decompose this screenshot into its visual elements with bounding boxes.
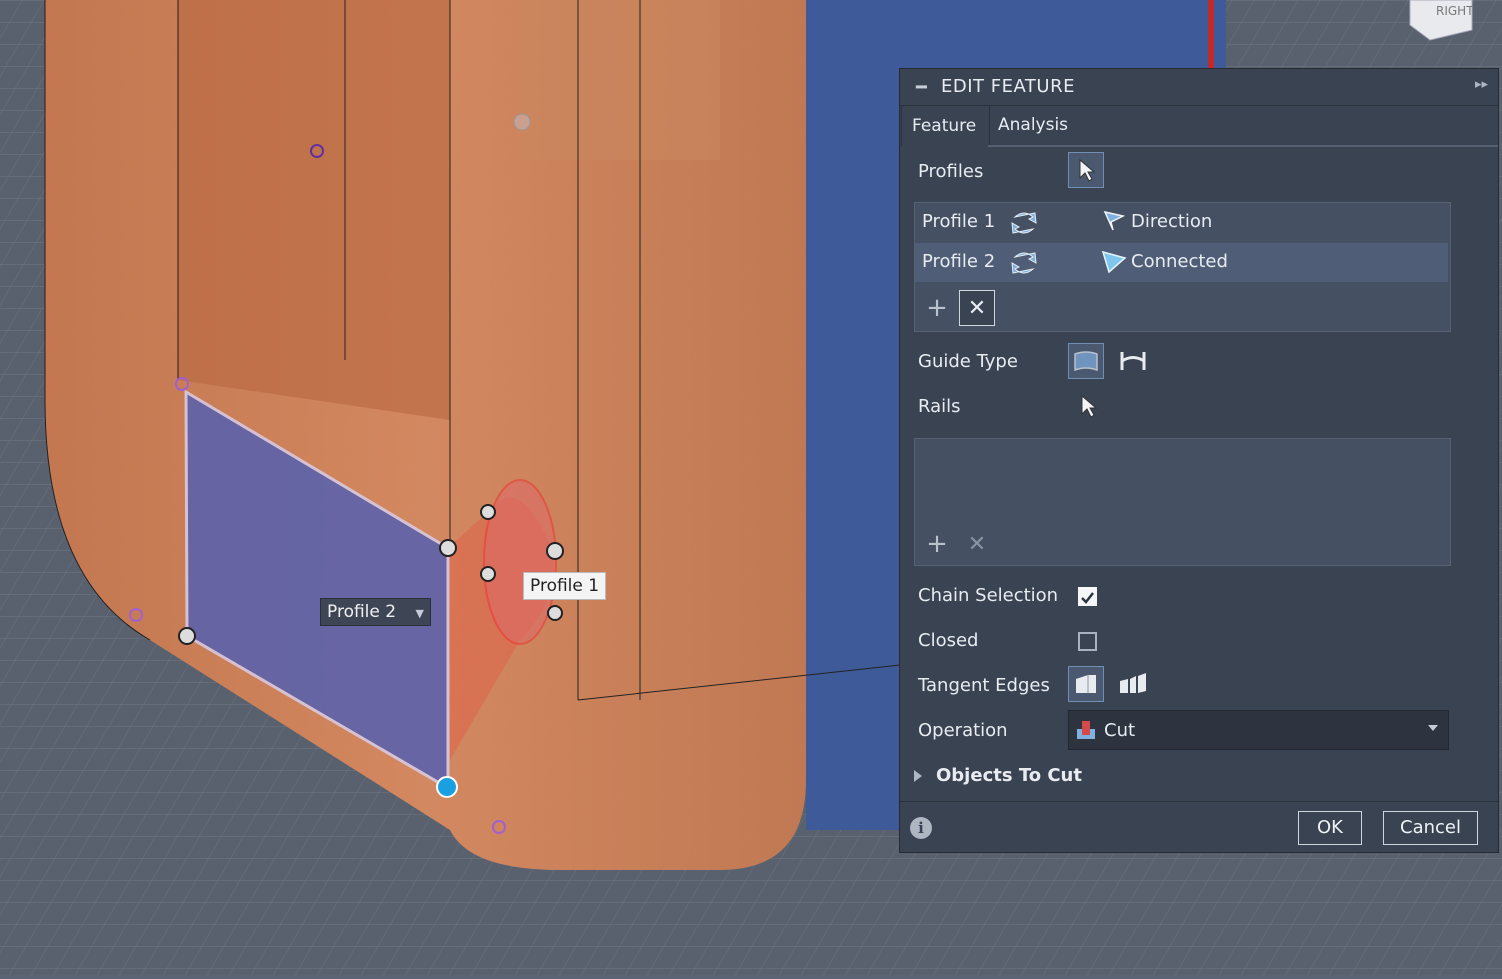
panel-header: ━ EDIT FEATURE ▸▸ xyxy=(900,69,1498,106)
viewcube-face-label: RIGHT xyxy=(1436,4,1474,18)
ok-button[interactable]: OK xyxy=(1298,811,1362,845)
remove-rail-button[interactable]: ✕ xyxy=(959,526,995,562)
profiles-label: Profiles xyxy=(918,161,984,182)
profile-1-face[interactable] xyxy=(483,479,557,645)
list-item-profile-1[interactable]: Profile 1 Direction xyxy=(915,203,1448,242)
tab-feature-label: Feature xyxy=(912,116,977,136)
cut-icon xyxy=(1075,719,1097,746)
handle[interactable] xyxy=(178,627,196,645)
rails-guide-icon xyxy=(1074,351,1098,372)
rails-label: Rails xyxy=(918,396,961,417)
chain-selection-checkbox[interactable] xyxy=(1078,587,1097,606)
profile-2-name: Profile 2 xyxy=(922,251,996,272)
connected-icon[interactable] xyxy=(1101,248,1129,281)
objects-to-cut-header[interactable]: Objects To Cut xyxy=(936,765,1082,786)
tab-feature[interactable]: Feature xyxy=(901,105,990,146)
rails-list: + ✕ xyxy=(914,438,1451,566)
profile-1-condition: Direction xyxy=(1131,211,1213,232)
tangent-edges-label: Tangent Edges xyxy=(918,675,1050,696)
add-rail-button[interactable]: + xyxy=(919,526,955,562)
add-profile-button[interactable]: + xyxy=(919,290,955,326)
expand-arrow-icon[interactable] xyxy=(914,770,922,782)
handle[interactable] xyxy=(480,566,496,582)
tab-analysis-label: Analysis xyxy=(998,115,1069,135)
profile-1-tag-text: Profile 1 xyxy=(530,576,600,596)
chain-selection-label: Chain Selection xyxy=(918,585,1059,606)
cancel-button-label: Cancel xyxy=(1400,817,1461,838)
info-icon[interactable]: i xyxy=(910,817,932,839)
handle-active[interactable] xyxy=(436,776,458,798)
tangent-edges-keep-button[interactable] xyxy=(1115,666,1151,702)
profiles-select-button[interactable] xyxy=(1068,152,1104,188)
panel-title: EDIT FEATURE xyxy=(941,76,1075,97)
remove-profile-button[interactable]: ✕ xyxy=(959,290,995,326)
collapse-icon[interactable]: ━ xyxy=(916,77,927,98)
operation-value: Cut xyxy=(1104,720,1136,741)
keep-edges-icon xyxy=(1120,673,1146,693)
tab-divider xyxy=(988,145,1498,147)
profile-1-name: Profile 1 xyxy=(922,211,996,232)
profile-2-tag[interactable]: Profile 2 ▼ xyxy=(320,598,431,626)
profile-1-tag[interactable]: Profile 1 xyxy=(523,572,607,600)
profile-2-tag-text: Profile 2 xyxy=(327,602,397,622)
chevron-down-icon[interactable]: ▼ xyxy=(416,607,424,620)
cursor-arrow-icon xyxy=(1081,394,1098,418)
handle[interactable] xyxy=(546,542,564,560)
expand-icon[interactable]: ▸▸ xyxy=(1475,77,1488,92)
cycle-icon[interactable] xyxy=(1009,249,1039,282)
cursor-arrow-icon xyxy=(1079,158,1096,182)
list-item-profile-2[interactable]: Profile 2 Connected xyxy=(915,243,1448,282)
operation-dropdown[interactable]: Cut xyxy=(1068,710,1449,750)
tab-bar: Feature Analysis xyxy=(900,105,1498,147)
profile-2-condition: Connected xyxy=(1131,251,1228,272)
handle[interactable] xyxy=(439,539,457,557)
profiles-list: Profile 1 Direction Profile 2 Connected … xyxy=(914,202,1451,332)
edit-feature-panel: ━ EDIT FEATURE ▸▸ Feature Analysis Profi… xyxy=(899,68,1499,853)
handle[interactable] xyxy=(547,605,563,621)
guide-type-centerline-button[interactable] xyxy=(1115,343,1151,379)
closed-label: Closed xyxy=(918,630,979,651)
tangent-edges-merge-button[interactable] xyxy=(1068,666,1104,702)
centerline-guide-icon xyxy=(1120,352,1146,370)
guide-type-label: Guide Type xyxy=(918,351,1018,372)
chevron-down-icon xyxy=(1428,725,1438,731)
tab-analysis[interactable]: Analysis xyxy=(988,105,1078,145)
handle[interactable] xyxy=(480,504,496,520)
footer-divider xyxy=(900,801,1498,802)
cycle-icon[interactable] xyxy=(1009,209,1039,242)
ok-button-label: OK xyxy=(1317,817,1343,838)
checkmark-icon xyxy=(1081,592,1094,604)
merge-edges-icon xyxy=(1076,675,1096,693)
direction-icon[interactable] xyxy=(1101,208,1127,239)
guide-type-rails-button[interactable] xyxy=(1068,343,1104,379)
closed-checkbox[interactable] xyxy=(1078,632,1097,651)
cancel-button[interactable]: Cancel xyxy=(1383,811,1478,845)
operation-label: Operation xyxy=(918,720,1008,741)
rails-select-button[interactable] xyxy=(1070,388,1106,424)
